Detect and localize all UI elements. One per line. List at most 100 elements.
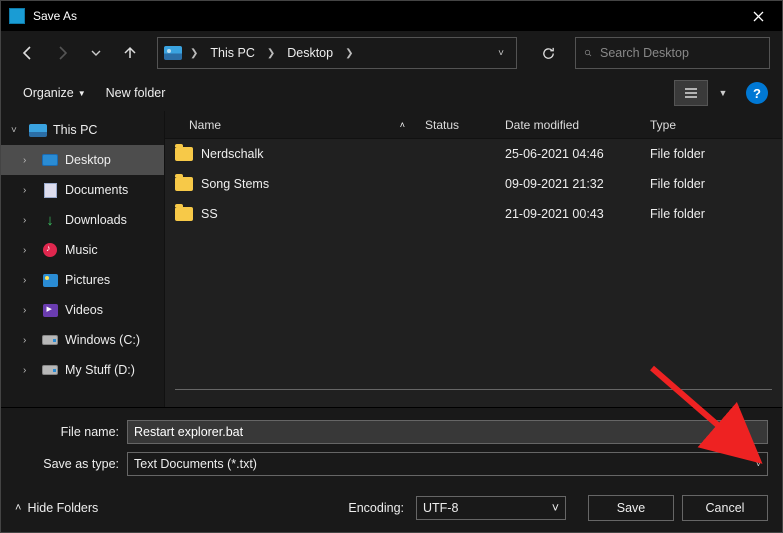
sort-indicator-icon: ˄ [400,120,405,130]
sidebar-item-pictures[interactable]: › Pictures [1,265,164,295]
back-button[interactable] [13,38,43,68]
chevron-down-icon: ▼ [78,89,86,98]
file-type: File folder [640,177,782,191]
file-type: File folder [640,147,782,161]
breadcrumb-thispc[interactable]: This PC [206,46,258,60]
navbar: ❯ This PC ❯ Desktop ❯ ˅ [1,31,782,75]
chevron-up-icon: ˄ [15,502,21,514]
sidebar-item-desktop[interactable]: › Desktop [1,145,164,175]
help-button[interactable]: ? [746,82,768,104]
tree-root-thispc[interactable]: ˅ This PC [1,115,164,145]
column-date[interactable]: Date modified [495,118,640,132]
sidebar-item-label: Videos [65,303,103,317]
chevron-down-icon: ˅ [552,501,559,515]
save-type-value: Text Documents (*.txt) [134,457,257,471]
breadcrumb-desktop[interactable]: Desktop [283,46,337,60]
view-button[interactable] [674,80,708,106]
address-dropdown[interactable]: ˅ [492,48,510,59]
footer: ˄ Hide Folders Encoding: UTF-8 ˅ Save Ca… [1,484,782,532]
column-type[interactable]: Type [640,118,782,132]
file-name: SS [201,207,218,221]
document-icon [44,183,57,198]
file-date: 25-06-2021 04:46 [495,147,640,161]
table-row[interactable]: Nerdschalk 25-06-2021 04:46 File folder [165,139,782,169]
download-icon: ↓ [41,212,59,228]
app-icon [9,8,25,24]
sidebar-item-documents[interactable]: › Documents [1,175,164,205]
sidebar-item-label: Pictures [65,273,110,287]
refresh-button[interactable] [533,38,563,68]
encoding-value: UTF-8 [423,501,458,515]
column-status[interactable]: Status [415,118,495,132]
chevron-right-icon: ❯ [343,48,355,59]
toolbar: Organize ▼ New folder ▼ ? [1,75,782,111]
filename-input[interactable] [127,420,768,444]
recent-dropdown[interactable] [81,38,111,68]
folder-icon [175,207,193,221]
new-folder-button[interactable]: New folder [98,80,174,106]
up-button[interactable] [115,38,145,68]
organize-label: Organize [23,86,74,100]
encoding-label: Encoding: [348,501,404,515]
forward-button[interactable] [47,38,77,68]
column-headers: Name ˄ Status Date modified Type [165,111,782,139]
save-type-label: Save as type: [15,457,127,471]
chevron-right-icon: › [23,185,35,196]
file-date: 21-09-2021 00:43 [495,207,640,221]
sidebar-item-label: Desktop [65,153,111,167]
file-list: Nerdschalk 25-06-2021 04:46 File folder … [165,139,782,407]
sidebar-item-label: Downloads [65,213,127,227]
sidebar-item-drive-c[interactable]: › Windows (C:) [1,325,164,355]
tree-label: This PC [53,123,97,137]
scroll-indicator [175,389,772,390]
sidebar-item-drive-d[interactable]: › My Stuff (D:) [1,355,164,385]
sidebar-item-music[interactable]: › Music [1,235,164,265]
chevron-right-icon: › [23,365,35,376]
chevron-right-icon: › [23,245,35,256]
address-bar[interactable]: ❯ This PC ❯ Desktop ❯ ˅ [157,37,517,69]
save-type-combo[interactable]: Text Documents (*.txt) ˅ [127,452,768,476]
encoding-combo[interactable]: UTF-8 ˅ [416,496,566,520]
cancel-button[interactable]: Cancel [682,495,768,521]
drive-icon [42,335,58,345]
body-area: ˅ This PC › Desktop › Documents › ↓ Down… [1,111,782,407]
sidebar: ˅ This PC › Desktop › Documents › ↓ Down… [1,111,165,407]
save-as-dialog: Save As ❯ This PC ❯ Desktop ❯ ˅ [0,0,783,533]
chevron-down-icon: ˅ [756,459,761,469]
file-name: Song Stems [201,177,269,191]
videos-icon [43,304,58,317]
sidebar-item-label: Documents [65,183,128,197]
chevron-right-icon: › [23,335,35,346]
form-area: File name: Save as type: Text Documents … [1,407,782,484]
view-dropdown[interactable]: ▼ [714,80,732,106]
pictures-icon [43,274,58,287]
organize-button[interactable]: Organize ▼ [15,80,94,106]
table-row[interactable]: Song Stems 09-09-2021 21:32 File folder [165,169,782,199]
hide-folders-toggle[interactable]: ˄ Hide Folders [15,501,98,515]
sidebar-item-label: My Stuff (D:) [65,363,135,377]
titlebar: Save As [1,1,782,31]
search-box[interactable] [575,37,770,69]
sidebar-item-downloads[interactable]: › ↓ Downloads [1,205,164,235]
sidebar-item-label: Windows (C:) [65,333,140,347]
save-button[interactable]: Save [588,495,674,521]
table-row[interactable]: SS 21-09-2021 00:43 File folder [165,199,782,229]
file-pane: Name ˄ Status Date modified Type Nerdsch… [165,111,782,407]
pc-icon [164,46,182,60]
folder-icon [175,177,193,191]
close-button[interactable] [738,2,778,30]
drive-icon [42,365,58,375]
search-icon [584,46,592,60]
file-date: 09-09-2021 21:32 [495,177,640,191]
new-folder-label: New folder [106,86,166,100]
chevron-down-icon: ˅ [11,125,23,136]
desktop-icon [42,154,58,166]
window-title: Save As [33,9,738,23]
hide-folders-label: Hide Folders [27,501,98,515]
file-name: Nerdschalk [201,147,264,161]
column-name[interactable]: Name ˄ [165,118,415,132]
folder-icon [175,147,193,161]
sidebar-item-videos[interactable]: › Videos [1,295,164,325]
music-icon [43,243,57,257]
search-input[interactable] [600,46,761,60]
